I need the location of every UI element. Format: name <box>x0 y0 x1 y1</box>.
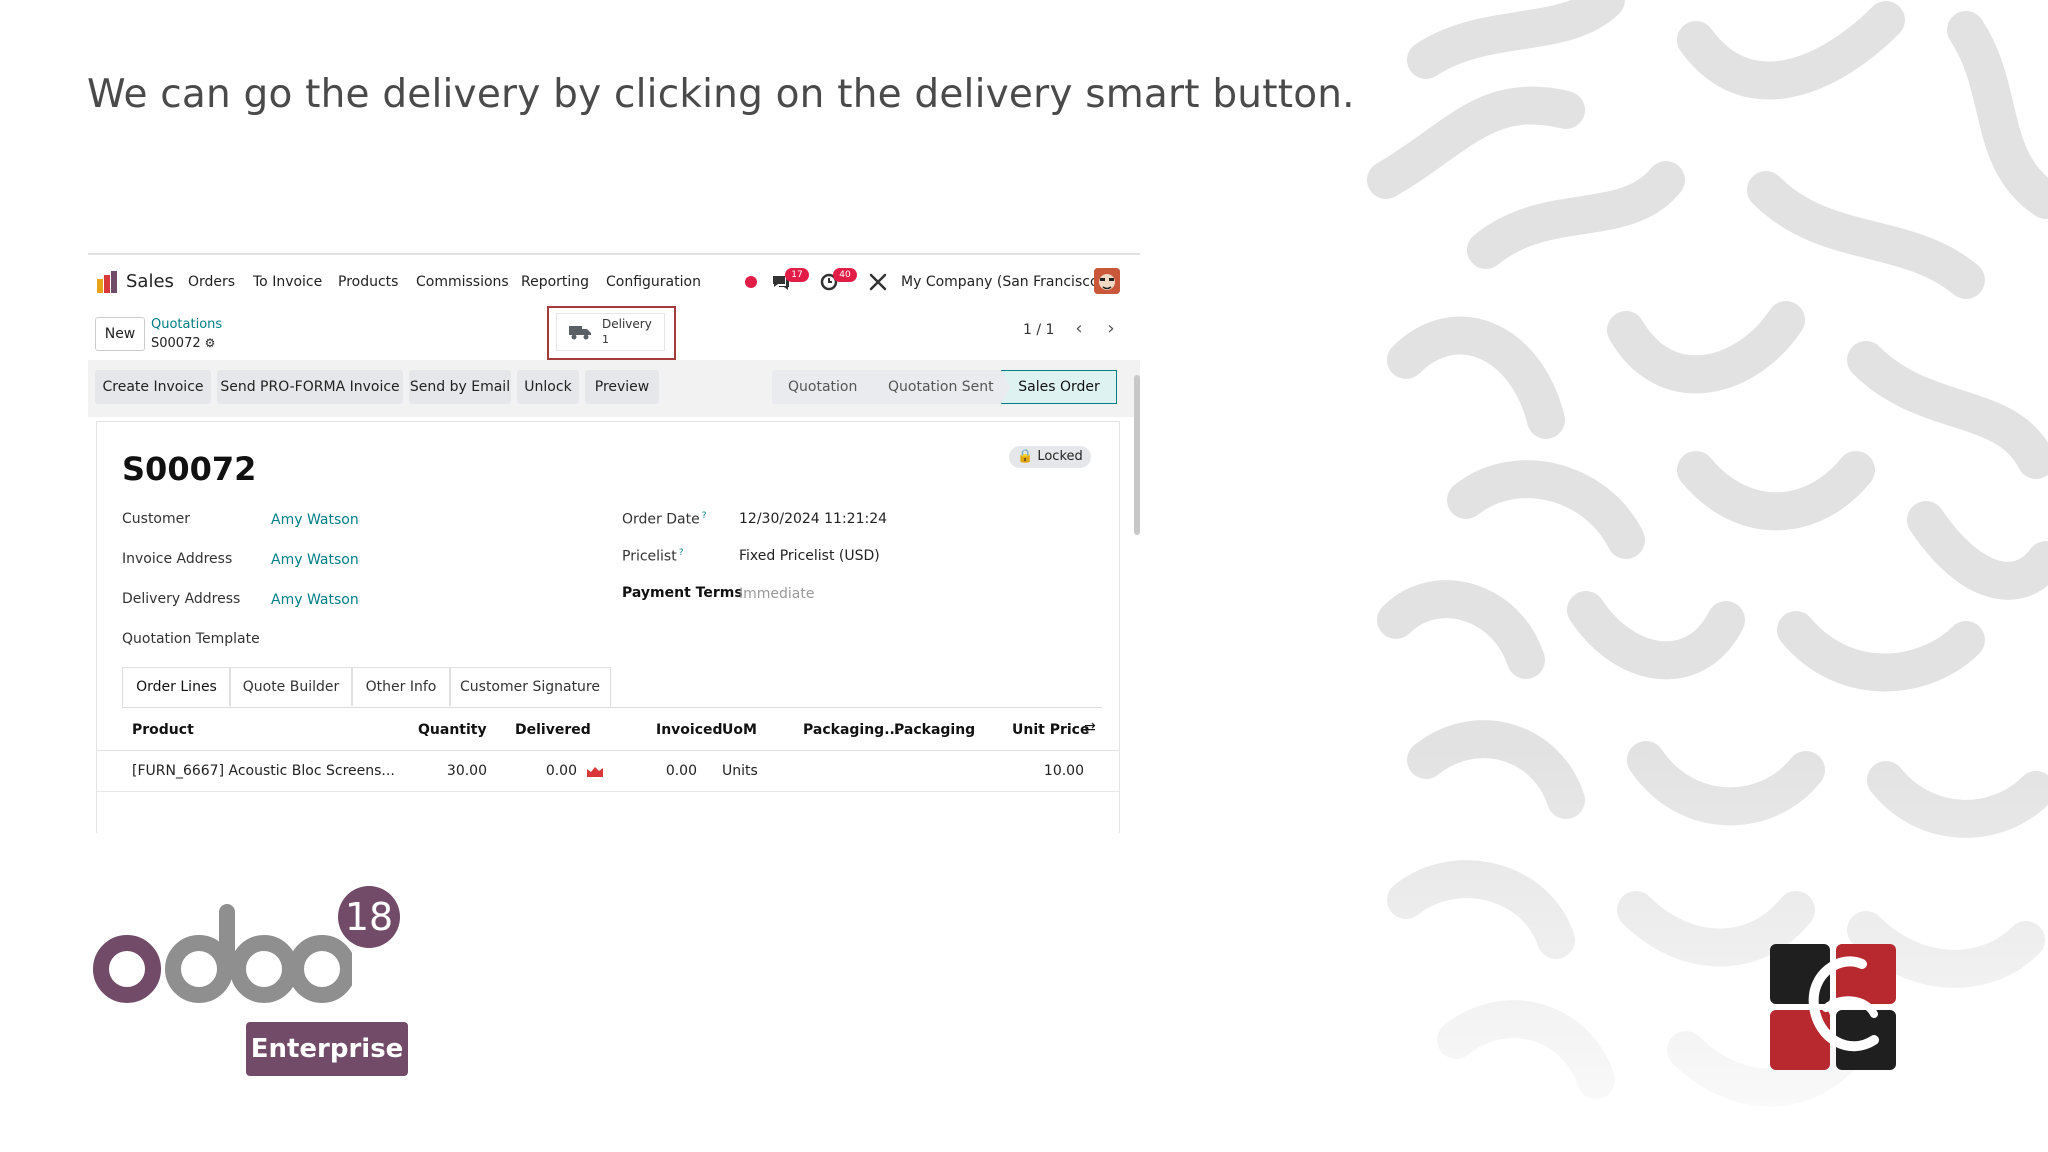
menu-reporting[interactable]: Reporting <box>521 274 589 290</box>
page-scrollbar[interactable] <box>1134 375 1140 535</box>
tab-customer-signature[interactable]: Customer Signature <box>449 667 611 706</box>
status-sales-order[interactable]: Sales Order <box>1001 370 1117 404</box>
app-name[interactable]: Sales <box>126 271 174 292</box>
gear-icon[interactable]: ⚙ <box>205 336 216 350</box>
breadcrumb-current: S00072 ⚙ <box>151 336 215 351</box>
menu-commissions[interactable]: Commissions <box>416 274 509 290</box>
company-switcher[interactable]: My Company (San Francisco) <box>901 274 1104 290</box>
col-packaging-qty[interactable]: Packaging... <box>803 722 900 738</box>
create-invoice-button[interactable]: Create Invoice <box>95 370 211 404</box>
row-uom[interactable]: Units <box>722 763 758 779</box>
order-name: S00072 <box>122 450 257 488</box>
smart-button-label: Delivery <box>602 317 652 331</box>
chevron-right-icon[interactable]: › <box>1099 317 1123 343</box>
menu-configuration[interactable]: Configuration <box>606 274 701 290</box>
col-packaging[interactable]: Packaging <box>894 722 975 738</box>
col-product[interactable]: Product <box>132 722 194 738</box>
col-quantity[interactable]: Quantity <box>418 722 487 738</box>
row-quantity[interactable]: 30.00 <box>417 763 487 779</box>
truck-icon <box>569 326 591 340</box>
slide-title: We can go the delivery by clicking on th… <box>87 72 1355 117</box>
preview-button[interactable]: Preview <box>585 370 659 404</box>
chevron-left-icon[interactable]: ‹ <box>1067 317 1091 343</box>
user-avatar[interactable] <box>1094 268 1120 294</box>
invoice-address-field[interactable]: Amy Watson <box>271 552 359 568</box>
col-delivered[interactable]: Delivered <box>515 722 591 738</box>
order-date-label-text: Order Date <box>622 511 700 528</box>
pricelist-help-icon[interactable]: ? <box>679 548 684 558</box>
lock-icon: 🔒 <box>1017 449 1034 464</box>
status-quotation[interactable]: Quotation <box>788 370 857 404</box>
col-unit-price[interactable]: Unit Price <box>1012 722 1089 738</box>
row-product[interactable]: [FURN_6667] Acoustic Bloc Screens... <box>132 763 395 779</box>
customer-field[interactable]: Amy Watson <box>271 512 359 528</box>
pricelist-label-text: Pricelist <box>622 548 677 565</box>
odoo-screenshot: Sales Orders To Invoice Products Commiss… <box>88 253 1140 833</box>
edition-badge: Enterprise <box>246 1022 408 1076</box>
column-settings-icon[interactable]: ⇄ <box>1084 720 1096 736</box>
order-lines-header: Product Quantity Delivered Invoiced UoM … <box>97 710 1119 751</box>
breadcrumb-current-label: S00072 <box>151 336 201 351</box>
quotation-template-label: Quotation Template <box>122 631 260 647</box>
invoice-address-label: Invoice Address <box>122 551 233 567</box>
tab-order-lines[interactable]: Order Lines <box>122 667 231 707</box>
activities-badge: 40 <box>833 268 857 282</box>
send-by-email-button[interactable]: Send by Email <box>409 370 511 404</box>
status-quotation-sent[interactable]: Quotation Sent <box>888 370 994 404</box>
menu-to-invoice[interactable]: To Invoice <box>253 274 322 290</box>
action-bar: Create Invoice Send PRO-FORMA Invoice Se… <box>88 360 1140 417</box>
table-row[interactable]: [FURN_6667] Acoustic Bloc Screens... 30.… <box>97 751 1119 792</box>
breadcrumb-quotations[interactable]: Quotations <box>151 317 222 332</box>
payment-terms-field[interactable]: Immediate <box>739 586 814 602</box>
menu-orders[interactable]: Orders <box>188 274 235 290</box>
unlock-button[interactable]: Unlock <box>517 370 579 404</box>
row-invoiced: 0.00 <box>665 763 697 779</box>
col-uom[interactable]: UoM <box>722 722 757 738</box>
payment-terms-label: Payment Terms <box>622 585 743 601</box>
decorative-pattern <box>1366 0 2048 1152</box>
version-badge: 18 <box>338 886 400 948</box>
row-delivered: 0.00 <box>545 763 577 779</box>
forecast-chart-icon[interactable] <box>587 765 603 777</box>
debug-tools-icon[interactable] <box>868 272 888 292</box>
status-bar: Quotation Quotation Sent Sales Order <box>772 370 1117 404</box>
row-unit-price[interactable]: 10.00 <box>1017 763 1084 779</box>
delivery-address-label: Delivery Address <box>122 591 241 607</box>
tab-quote-builder[interactable]: Quote Builder <box>229 667 353 706</box>
smart-button-count: 1 <box>602 333 609 346</box>
messages-badge: 17 <box>785 268 809 282</box>
menu-products[interactable]: Products <box>338 274 398 290</box>
pricelist-label: Pricelist? <box>622 548 684 565</box>
customer-label: Customer <box>122 511 191 527</box>
new-button[interactable]: New <box>95 317 145 351</box>
pager-value[interactable]: 1 / 1 <box>1023 322 1054 338</box>
send-proforma-button[interactable]: Send PRO-FORMA Invoice <box>217 370 403 404</box>
form-sheet: S00072 🔒 Locked Customer Amy Watson Invo… <box>96 421 1120 833</box>
col-invoiced[interactable]: Invoiced <box>656 722 723 738</box>
order-date-help-icon[interactable]: ? <box>702 511 707 521</box>
odoo-wordmark <box>93 904 352 1003</box>
odoo-logo: 18 Enterprise <box>92 884 412 1076</box>
pricelist-field[interactable]: Fixed Pricelist (USD) <box>739 548 880 564</box>
locked-badge: 🔒 Locked <box>1009 446 1091 468</box>
order-date-label: Order Date? <box>622 511 706 528</box>
notebook-tabs: Order Lines Quote Builder Other Info Cus… <box>122 667 1102 708</box>
delivery-smart-button[interactable]: Delivery 1 <box>556 313 665 351</box>
order-date-field[interactable]: 12/30/2024 11:21:24 <box>739 511 887 527</box>
company-brand-logo <box>1770 944 1896 1070</box>
delivery-address-field[interactable]: Amy Watson <box>271 592 359 608</box>
top-navbar: Sales Orders To Invoice Products Commiss… <box>88 255 1140 305</box>
sales-app-icon <box>97 271 117 293</box>
tab-other-info[interactable]: Other Info <box>351 667 451 706</box>
locked-label: Locked <box>1037 449 1083 464</box>
recording-dot-icon[interactable] <box>745 276 757 288</box>
